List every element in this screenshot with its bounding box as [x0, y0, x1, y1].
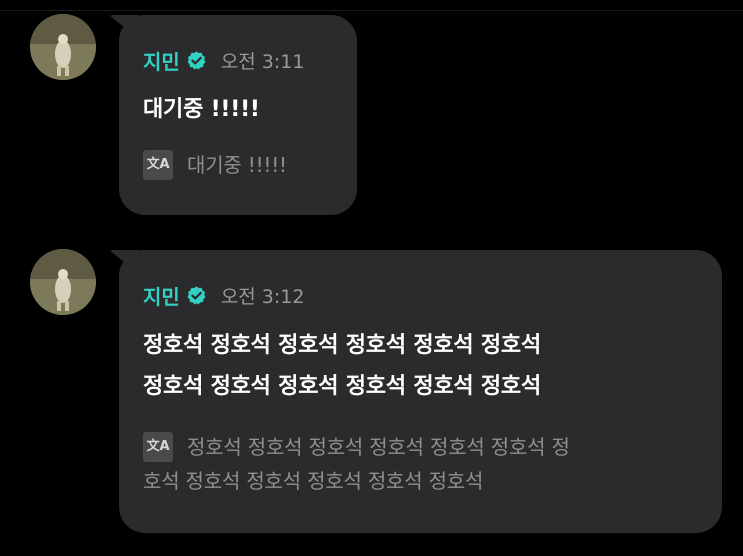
message-line: 정호석 정호석 정호석 정호석 정호석 정호석	[143, 374, 542, 399]
message-header: 지민 오전 3:12	[143, 281, 304, 310]
translate-icon[interactable]: 文A	[143, 431, 173, 462]
verified-check-badge-icon	[186, 50, 207, 71]
sender-name[interactable]: 지민	[143, 46, 180, 75]
message-line: 대기중 !!!!!	[143, 97, 260, 122]
verified-check-badge-icon	[186, 285, 207, 306]
message-text[interactable]: 정호석 정호석 정호석 정호석 정호석 정호석 정호석 정호석 정호석 정호석 …	[143, 325, 541, 407]
message-header: 지민 오전 3:11	[143, 46, 304, 75]
message-text[interactable]: 대기중 !!!!!	[143, 89, 260, 130]
avatar[interactable]	[30, 249, 96, 315]
translation-text: 정호석 정호석 정호석 정호석 정호석 정호석 정	[187, 435, 570, 459]
message-bubble[interactable]: 지민 오전 3:12 정호석 정호석 정호석 정호석 정호석 정호석 정호석 정…	[119, 250, 722, 533]
message-line: 정호석 정호석 정호석 정호석 정호석 정호석	[143, 333, 542, 358]
chat-screen: 지민 오전 3:11 대기중 !!!!! 文A 대기중 !!!!! 지민 오전 …	[0, 0, 743, 556]
avatar-photo	[30, 14, 96, 80]
translation-line: 文A 정호석 정호석 정호석 정호석 정호석 정호석 정	[143, 430, 570, 464]
message-bubble[interactable]: 지민 오전 3:11 대기중 !!!!! 文A 대기중 !!!!!	[119, 15, 357, 215]
timestamp: 오전 3:12	[220, 286, 305, 308]
translation-block[interactable]: 文A 정호석 정호석 정호석 정호석 정호석 정호석 정 호석 정호석 정호석 정…	[143, 430, 570, 498]
avatar[interactable]	[30, 14, 96, 80]
timestamp: 오전 3:11	[220, 51, 305, 73]
translation-text: 대기중 !!!!!	[187, 153, 287, 177]
translate-icon[interactable]: 文A	[143, 149, 173, 180]
translation-row[interactable]: 文A 대기중 !!!!!	[143, 148, 287, 182]
avatar-photo	[30, 249, 96, 315]
translation-line: 호석 정호석 정호석 정호석 정호석 정호석	[143, 469, 484, 493]
divider	[0, 10, 743, 11]
sender-name[interactable]: 지민	[143, 281, 180, 310]
